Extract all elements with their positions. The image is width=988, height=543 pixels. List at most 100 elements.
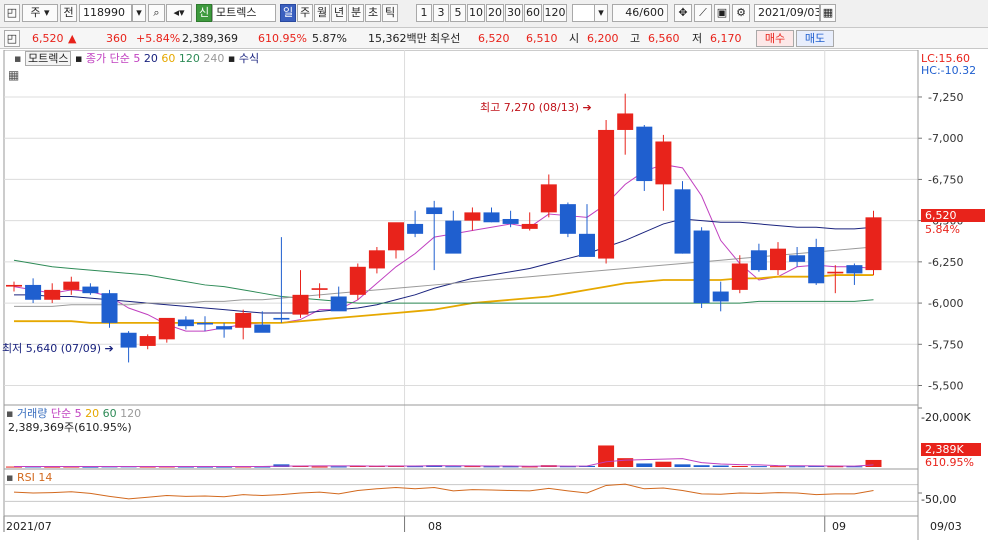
legend-ma120[interactable]: 120 xyxy=(179,52,200,65)
candle-body xyxy=(483,212,500,223)
volume-bar xyxy=(712,465,729,467)
volume-value: 2,389,369 xyxy=(182,32,238,45)
grid-toggle-icon[interactable]: ▦ xyxy=(8,69,19,82)
candle-body xyxy=(846,265,863,274)
price-change-pct: +5.84% xyxy=(136,32,181,45)
candle-body xyxy=(655,141,672,185)
volume-ma120[interactable]: 120 xyxy=(120,407,141,420)
legend-ma240[interactable]: 240 xyxy=(203,52,224,65)
volume-bar xyxy=(311,466,328,468)
legend-ma-prefix[interactable]: 종가 단순 xyxy=(86,52,130,65)
volume-title[interactable]: 거래량 xyxy=(17,407,47,420)
calendar-icon[interactable]: ▦ xyxy=(820,4,836,22)
period-tab[interactable]: 월 xyxy=(314,4,330,22)
period-tab[interactable]: 일 xyxy=(280,4,296,22)
candle-body xyxy=(731,263,748,290)
interval-tab[interactable]: 1 xyxy=(416,4,432,22)
buy-button[interactable]: 매수 xyxy=(756,30,794,47)
legend-stock-name[interactable]: 모트렉스 xyxy=(24,51,72,66)
period-tab[interactable]: 년 xyxy=(331,4,347,22)
candle-body xyxy=(368,250,385,269)
price-axis: -5,500-5,750-6,000-6,250-6,500-6,750-7,0… xyxy=(918,91,963,393)
candle-body xyxy=(445,220,462,254)
crosshair-icon[interactable]: ✥ xyxy=(674,4,692,22)
interval-tab[interactable]: 60 xyxy=(524,4,542,22)
period-type-select[interactable]: 주 ▾ xyxy=(22,4,58,22)
rsi-axis-value: 50,00 xyxy=(924,493,957,506)
period-tab[interactable]: 틱 xyxy=(382,4,398,22)
y-tick-label: -7,250 xyxy=(928,91,963,104)
candle-body xyxy=(25,284,42,300)
candle-body xyxy=(101,293,118,323)
candle-body xyxy=(6,284,22,287)
period-tab[interactable]: 주 xyxy=(297,4,313,22)
date-field[interactable]: 2021/09/03 xyxy=(754,4,820,22)
current-pct-tag: 5.84% xyxy=(925,223,960,236)
search-icon[interactable]: ⌕ xyxy=(148,4,165,22)
rsi-title[interactable]: RSI 14 xyxy=(17,471,52,484)
volume-axis-value: 20,000K xyxy=(924,411,971,424)
legend-ma20[interactable]: 20 xyxy=(144,52,158,65)
sound-icon[interactable]: ◂▾ xyxy=(166,4,192,22)
interval-tab[interactable]: 120 xyxy=(543,4,567,22)
candle-body xyxy=(330,296,347,312)
period-tab[interactable]: 초 xyxy=(365,4,381,22)
y-tick-label: -5,750 xyxy=(928,338,963,351)
volume-bar xyxy=(731,465,748,467)
volume-bar xyxy=(865,459,882,467)
interval-tab[interactable]: 10 xyxy=(467,4,485,22)
turnover-rate: 5.87% xyxy=(312,32,347,45)
volume-bar xyxy=(789,466,806,468)
current-price-tag: 6,520 xyxy=(921,209,985,222)
volume-ma-prefix[interactable]: 단순 xyxy=(51,407,71,420)
stock-chart[interactable]: -5,500-5,750-6,000-6,250-6,500-6,750-7,0… xyxy=(0,49,988,540)
interval-tab[interactable]: 20 xyxy=(486,4,504,22)
legend-ma5[interactable]: 5 xyxy=(133,52,140,65)
window-menu-icon[interactable]: ◰ xyxy=(4,4,20,22)
stock-code-input[interactable]: 118990 xyxy=(79,4,132,22)
low-label: 저 xyxy=(692,32,703,45)
x-label-july: 2021/07 xyxy=(6,520,52,533)
low-price: 6,170 xyxy=(710,32,742,45)
volume-bar xyxy=(636,463,653,467)
arrow-right-icon: ➔ xyxy=(582,101,592,114)
candle-body xyxy=(82,286,99,294)
candle-body xyxy=(349,266,366,295)
interval-tab[interactable]: 30 xyxy=(505,4,523,22)
data-count-field[interactable]: 46/600 xyxy=(612,4,668,22)
chart-area[interactable]: -5,500-5,750-6,000-6,250-6,500-6,750-7,0… xyxy=(0,49,988,540)
stock-name-field[interactable]: 모트렉스 xyxy=(212,4,276,22)
legend-ma60[interactable]: 60 xyxy=(161,52,175,65)
prev-button[interactable]: 전 xyxy=(60,4,77,22)
interval-dropdown-icon[interactable]: ▾ xyxy=(594,4,608,22)
volume-ma60[interactable]: 60 xyxy=(103,407,117,420)
expand-icon[interactable]: ◰ xyxy=(4,30,20,47)
volume-bar xyxy=(445,466,462,468)
code-dropdown-icon[interactable]: ▾ xyxy=(132,4,146,22)
date-axis xyxy=(3,516,826,532)
candle-body xyxy=(617,113,634,130)
volume-ma20[interactable]: 20 xyxy=(85,407,99,420)
candle-body xyxy=(139,336,156,346)
y-tick-label: -5,500 xyxy=(928,380,963,393)
legend-formula[interactable]: 수식 xyxy=(239,52,259,65)
save-icon[interactable]: ▣ xyxy=(714,4,730,22)
high-price: 6,560 xyxy=(648,32,680,45)
interval-tab[interactable]: 5 xyxy=(450,4,466,22)
interval-tab[interactable]: 3 xyxy=(433,4,449,22)
line-tool-icon[interactable]: ⟋ xyxy=(694,4,712,22)
candle-body xyxy=(712,291,729,302)
period-tab[interactable]: 분 xyxy=(348,4,364,22)
rsi-axis-label: -50,00 xyxy=(921,493,956,506)
candle-body xyxy=(426,207,443,215)
candle-body xyxy=(770,248,786,271)
candle-body xyxy=(827,271,844,274)
sell-button[interactable]: 매도 xyxy=(796,30,834,47)
new-badge: 신 xyxy=(196,4,212,22)
high-annotation: 최고 7,270 (08/13) ➔ xyxy=(480,101,592,114)
chevron-down-icon: ▾ xyxy=(44,6,50,19)
volume-ma5[interactable]: 5 xyxy=(75,407,82,420)
candle-body xyxy=(292,294,309,315)
arrow-right-icon: ➔ xyxy=(104,342,114,355)
gear-icon[interactable]: ⚙ xyxy=(732,4,750,22)
